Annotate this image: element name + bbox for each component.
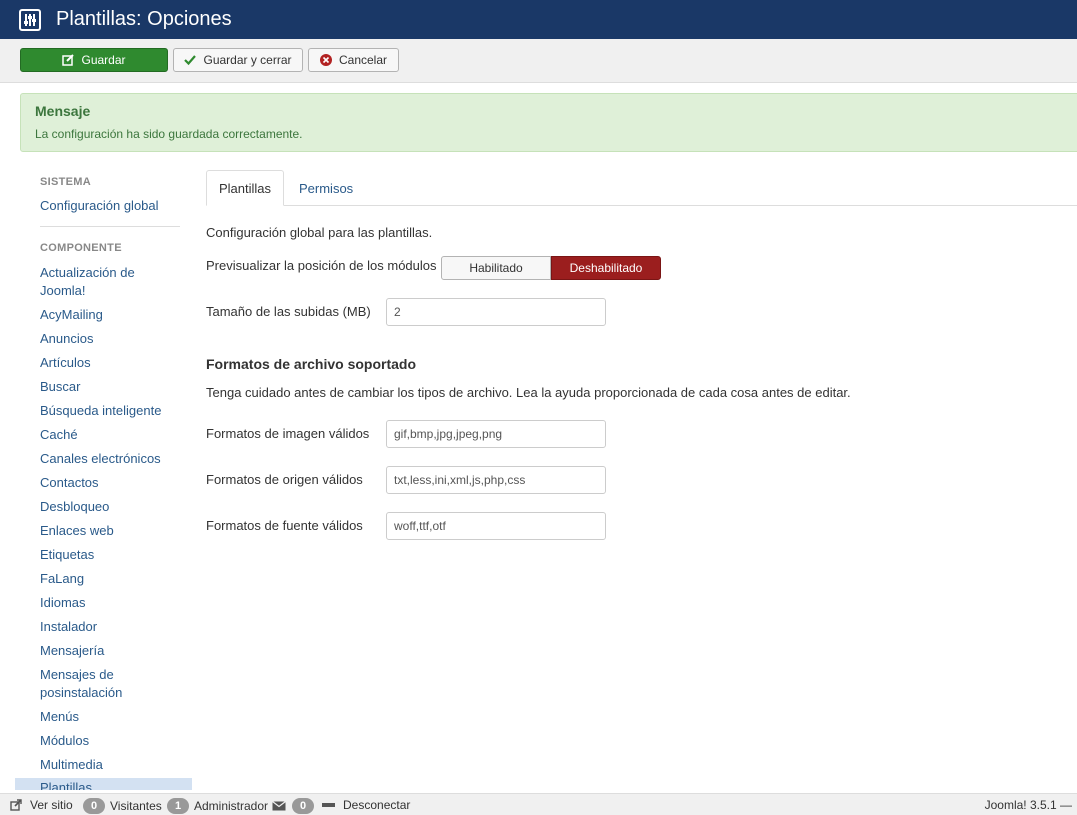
visitors-status: 0 Visitantes bbox=[83, 798, 162, 814]
page-header: Plantillas: Opciones bbox=[0, 0, 1077, 39]
sidebar-heading-system: SISTEMA bbox=[40, 176, 91, 188]
sidebar-item-falang[interactable]: FaLang bbox=[40, 570, 180, 588]
cancel-icon bbox=[319, 54, 332, 66]
cancel-button[interactable]: Cancelar bbox=[308, 48, 399, 72]
messages-status[interactable]: 0 bbox=[272, 798, 319, 814]
admin-badge: 1 bbox=[167, 798, 189, 814]
tab-permissions[interactable]: Permisos bbox=[299, 170, 353, 206]
sidebar-item-newsfeeds[interactable]: Canales electrónicos bbox=[40, 450, 180, 468]
sidebar-item-cache[interactable]: Caché bbox=[40, 426, 180, 444]
save-close-button-label: Guardar y cerrar bbox=[203, 53, 292, 67]
sidebar-item-contacts[interactable]: Contactos bbox=[40, 474, 180, 492]
form-intro: Configuración global para las plantillas… bbox=[206, 225, 433, 240]
sidebar-item-tags[interactable]: Etiquetas bbox=[40, 546, 180, 564]
preview-label: Previsualizar la posición de los módulos bbox=[206, 258, 437, 273]
save-button[interactable]: Guardar bbox=[20, 48, 168, 72]
formats-section-title: Formatos de archivo soportado bbox=[206, 356, 417, 372]
sidebar-divider bbox=[40, 226, 180, 227]
sidebar-item-modules[interactable]: Módulos bbox=[40, 732, 180, 750]
alert-heading: Mensaje bbox=[35, 103, 91, 119]
sidebar-item-global-config[interactable]: Configuración global bbox=[40, 197, 180, 215]
preview-toggle: Habilitado Deshabilitado bbox=[441, 256, 661, 280]
status-bar: Ver sitio 0 Visitantes 1 Administrador 0… bbox=[0, 793, 1077, 815]
sidebar-item-templates-label: Plantillas bbox=[40, 780, 93, 790]
visitors-label: Visitantes bbox=[110, 799, 162, 813]
source-formats-input[interactable] bbox=[386, 466, 606, 494]
view-site-link[interactable]: Ver sitio bbox=[10, 798, 73, 812]
sidebar-item-articles[interactable]: Artículos bbox=[40, 354, 180, 372]
sidebar-item-templates[interactable]: Plantillas bbox=[15, 778, 192, 790]
sidebar-item-postinstall[interactable]: Mensajes de posinstalación bbox=[40, 666, 180, 702]
toggle-disabled-button[interactable]: Deshabilitado bbox=[551, 256, 661, 280]
sidebar-item-messaging[interactable]: Mensajería bbox=[40, 642, 180, 660]
sidebar: SISTEMA Configuración global COMPONENTE … bbox=[15, 170, 192, 790]
sliders-icon bbox=[19, 8, 41, 31]
save-button-label: Guardar bbox=[81, 53, 126, 67]
save-close-button[interactable]: Guardar y cerrar bbox=[173, 48, 303, 72]
sidebar-heading-component: COMPONENTE bbox=[40, 242, 122, 254]
sidebar-item-installer[interactable]: Instalador bbox=[40, 618, 180, 636]
edit-icon bbox=[62, 54, 75, 66]
messages-badge: 0 bbox=[292, 798, 314, 814]
sidebar-item-weblinks[interactable]: Enlaces web bbox=[40, 522, 180, 540]
envelope-icon bbox=[272, 801, 286, 811]
sidebar-item-acymailing[interactable]: AcyMailing bbox=[40, 306, 180, 324]
image-formats-label: Formatos de imagen válidos bbox=[206, 426, 370, 441]
toolbar: Guardar Guardar y cerrar Cancelar bbox=[0, 39, 1077, 83]
upload-size-input[interactable] bbox=[386, 298, 606, 326]
sidebar-item-smart-search[interactable]: Búsqueda inteligente bbox=[40, 402, 180, 420]
upload-size-label: Tamaño de las subidas (MB) bbox=[206, 304, 371, 319]
sidebar-item-media[interactable]: Multimedia bbox=[40, 756, 180, 774]
sidebar-item-banners[interactable]: Anuncios bbox=[40, 330, 180, 348]
toggle-enabled-button[interactable]: Habilitado bbox=[441, 256, 551, 280]
minus-icon bbox=[322, 803, 335, 807]
visitors-badge: 0 bbox=[83, 798, 105, 814]
sidebar-item-joomla-update[interactable]: Actualización de Joomla! bbox=[40, 264, 180, 300]
tab-templates[interactable]: Plantillas bbox=[206, 170, 284, 206]
admin-status: 1 Administrador bbox=[167, 798, 268, 814]
success-alert: Mensaje La configuración ha sido guardad… bbox=[20, 93, 1077, 152]
sidebar-item-languages[interactable]: Idiomas bbox=[40, 594, 180, 612]
formats-note: Tenga cuidado antes de cambiar los tipos… bbox=[206, 385, 851, 400]
tab-bar: Plantillas Permisos bbox=[206, 170, 1077, 206]
font-formats-input[interactable] bbox=[386, 512, 606, 540]
logout-link[interactable]: Desconectar bbox=[322, 798, 410, 812]
source-formats-label: Formatos de origen válidos bbox=[206, 472, 363, 487]
image-formats-input[interactable] bbox=[386, 420, 606, 448]
external-link-icon bbox=[10, 799, 22, 811]
view-site-label: Ver sitio bbox=[30, 798, 73, 812]
admin-label: Administrador bbox=[194, 799, 269, 813]
check-icon bbox=[184, 55, 197, 66]
alert-message: La configuración ha sido guardada correc… bbox=[35, 127, 303, 141]
font-formats-label: Formatos de fuente válidos bbox=[206, 518, 363, 533]
logout-label: Desconectar bbox=[343, 798, 411, 812]
sidebar-item-checkin[interactable]: Desbloqueo bbox=[40, 498, 180, 516]
sidebar-item-menus[interactable]: Menús bbox=[40, 708, 180, 726]
version-label: Joomla! 3.5.1 — bbox=[984, 798, 1072, 812]
cancel-button-label: Cancelar bbox=[338, 53, 388, 67]
page-title: Plantillas: Opciones bbox=[56, 8, 232, 30]
sidebar-item-search[interactable]: Buscar bbox=[40, 378, 180, 396]
